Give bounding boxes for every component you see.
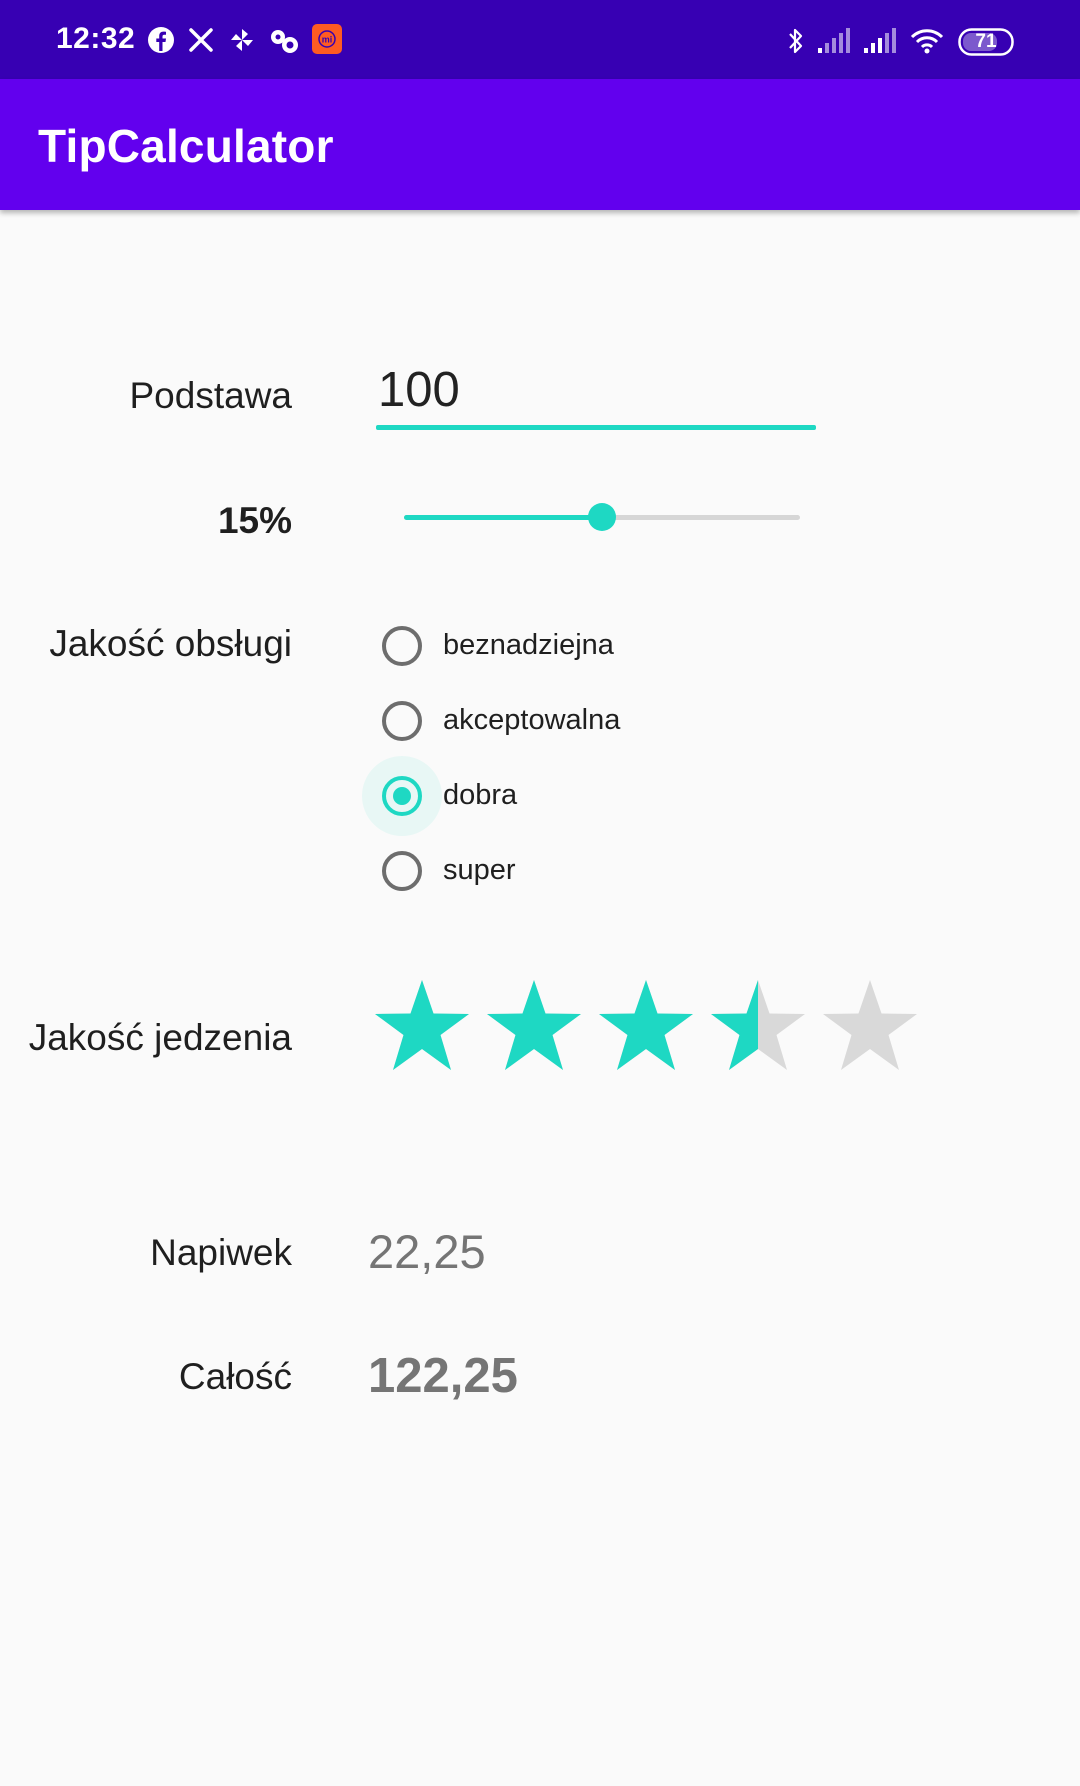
battery-icon: 71 (958, 28, 1018, 56)
rating-star-icon[interactable] (821, 978, 919, 1074)
radio-button[interactable] (382, 776, 422, 816)
battery-level: 71 (975, 31, 997, 52)
wifi-icon (910, 29, 944, 54)
signal-icon (818, 28, 850, 53)
signal-icon (864, 28, 896, 53)
base-input-underline (376, 425, 816, 430)
rating-star-icon[interactable] (485, 978, 583, 1074)
radio-option-akceptowalna[interactable]: akceptowalna (380, 697, 680, 753)
base-input-value[interactable]: 100 (378, 362, 460, 418)
radio-option-dobra[interactable]: dobra (362, 756, 680, 836)
radio-option-super[interactable]: super (380, 847, 680, 903)
radio-button[interactable] (382, 851, 422, 891)
radio-button[interactable] (382, 701, 422, 741)
rating-star-icon[interactable] (373, 978, 471, 1074)
total-label: Całość (178, 1356, 292, 1397)
mi-icon: mi (312, 24, 342, 54)
tip-percent-label: 15% (217, 500, 292, 541)
tip-percent-slider[interactable] (404, 500, 800, 534)
slider-fill (404, 515, 602, 520)
svg-text:mi: mi (322, 35, 333, 45)
status-time: 12:32 (56, 22, 136, 55)
radio-button[interactable] (382, 626, 422, 666)
total-value: 122,25 (368, 1349, 518, 1403)
food-quality-label: Jakość jedzenia (28, 1017, 292, 1058)
food-quality-rating-bar[interactable] (373, 978, 933, 1074)
radio-option-label: akceptowalna (443, 704, 621, 736)
radio-option-label: beznadziejna (443, 629, 614, 661)
tip-label: Napiwek (150, 1232, 292, 1273)
rating-star-icon[interactable] (709, 978, 807, 1074)
pinwheel-icon (231, 29, 253, 51)
service-quality-label: Jakość obsługi (49, 623, 292, 664)
radio-option-beznadziejna[interactable]: beznadziejna (380, 622, 680, 678)
bluetooth-icon (789, 28, 803, 54)
status-bar: 12:32 mi 71 (0, 0, 1080, 79)
radio-option-label: dobra (443, 779, 518, 811)
rating-star-icon[interactable] (597, 978, 695, 1074)
app-title: TipCalculator (38, 120, 334, 172)
radio-option-label: super (443, 854, 516, 886)
tip-value: 22,25 (368, 1225, 486, 1278)
system-icons: 71 (786, 24, 1026, 58)
app-bar: TipCalculator (0, 79, 1080, 210)
x-icon (189, 28, 213, 52)
base-label: Podstawa (129, 375, 293, 416)
facebook-icon (148, 27, 174, 53)
slider-thumb[interactable] (588, 503, 616, 531)
flower-icon (271, 30, 298, 53)
